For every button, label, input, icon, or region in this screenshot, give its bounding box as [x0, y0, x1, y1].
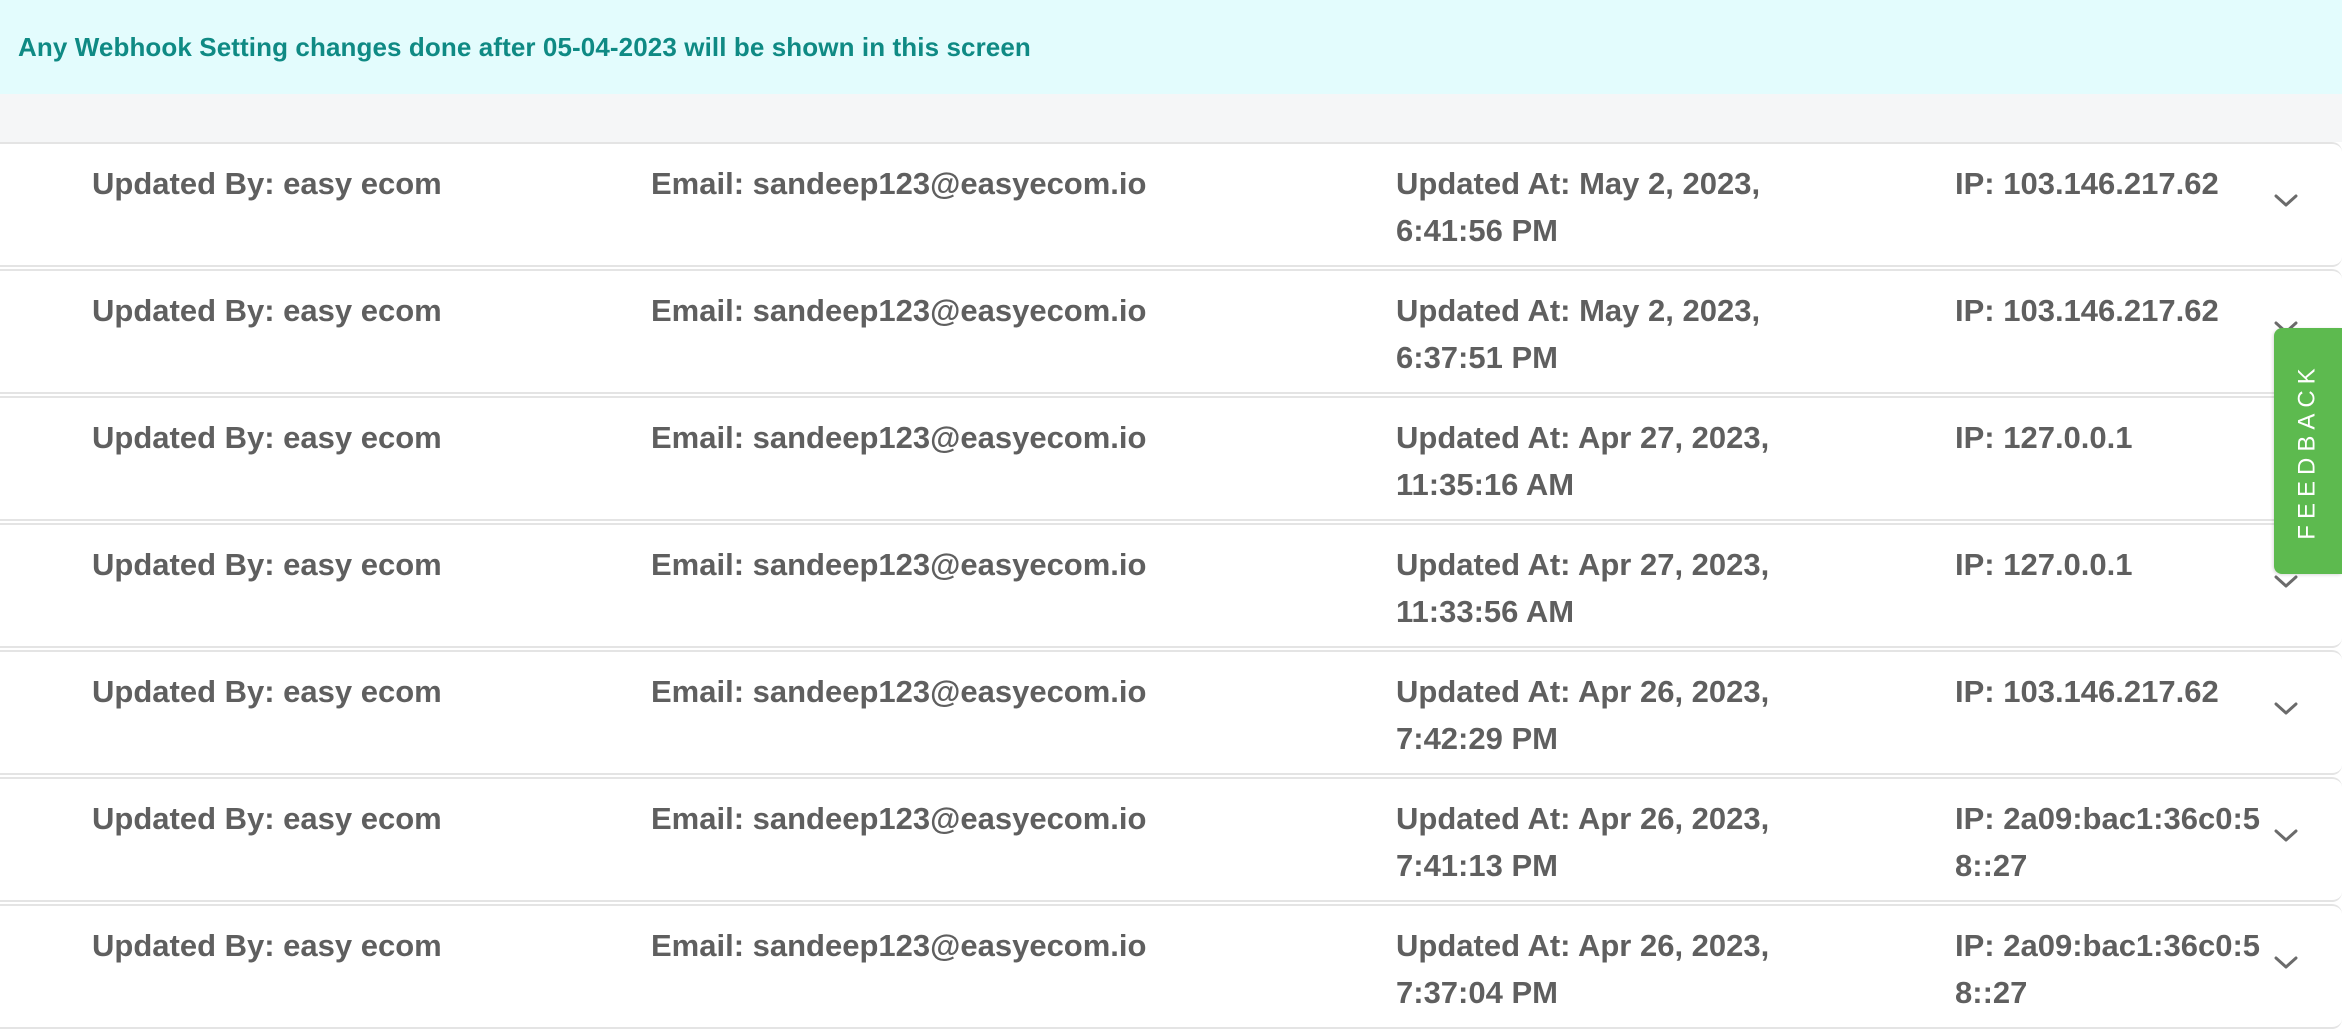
updated-by: Updated By: easy ecom [92, 293, 442, 328]
info-banner: Any Webhook Setting changes done after 0… [0, 0, 2342, 94]
history-row[interactable]: Updated By: easy ecom Email: sandeep123@… [0, 269, 2342, 394]
updated-at: Updated At: Apr 27, 2023, 11:33:56 AM [1396, 547, 1770, 629]
webhook-history-list: Updated By: easy ecom Email: sandeep123@… [0, 142, 2342, 1031]
email: Email: sandeep123@easyecom.io [651, 674, 1147, 709]
ip-address: IP: 2a09:bac1:36c0:58::27 [1955, 801, 2261, 883]
updated-by: Updated By: easy ecom [92, 801, 442, 836]
email: Email: sandeep123@easyecom.io [651, 293, 1147, 328]
history-row[interactable]: Updated By: easy ecom Email: sandeep123@… [0, 904, 2342, 1029]
updated-by: Updated By: easy ecom [92, 547, 442, 582]
ip-address: IP: 127.0.0.1 [1955, 420, 2133, 455]
ip-address: IP: 2a09:bac1:36c0:58::27 [1955, 928, 2261, 1010]
updated-at: Updated At: Apr 26, 2023, 7:41:13 PM [1396, 801, 1770, 883]
updated-at: Updated At: May 2, 2023, 6:41:56 PM [1396, 166, 1761, 248]
feedback-tab-label: FEEDBACK [2294, 362, 2321, 540]
chevron-down-icon[interactable] [2272, 700, 2300, 718]
ip-address: IP: 127.0.0.1 [1955, 547, 2133, 582]
history-row[interactable]: Updated By: easy ecom Email: sandeep123@… [0, 523, 2342, 648]
feedback-tab[interactable]: FEEDBACK [2274, 328, 2342, 574]
updated-by: Updated By: easy ecom [92, 166, 442, 201]
chevron-down-icon[interactable] [2272, 827, 2300, 845]
list-header-band [0, 94, 2342, 142]
history-row[interactable]: Updated By: easy ecom Email: sandeep123@… [0, 396, 2342, 521]
email: Email: sandeep123@easyecom.io [651, 928, 1147, 963]
info-banner-text: Any Webhook Setting changes done after 0… [18, 31, 1031, 62]
updated-at: Updated At: May 2, 2023, 6:37:51 PM [1396, 293, 1761, 375]
email: Email: sandeep123@easyecom.io [651, 420, 1147, 455]
updated-by: Updated By: easy ecom [92, 928, 442, 963]
chevron-down-icon[interactable] [2272, 954, 2300, 972]
updated-by: Updated By: easy ecom [92, 674, 442, 709]
email: Email: sandeep123@easyecom.io [651, 547, 1147, 582]
history-row[interactable]: Updated By: easy ecom Email: sandeep123@… [0, 142, 2342, 267]
updated-by: Updated By: easy ecom [92, 420, 442, 455]
email: Email: sandeep123@easyecom.io [651, 801, 1147, 836]
ip-address: IP: 103.146.217.62 [1955, 674, 2219, 709]
ip-address: IP: 103.146.217.62 [1955, 293, 2219, 328]
updated-at: Updated At: Apr 26, 2023, 7:37:04 PM [1396, 928, 1770, 1010]
history-row[interactable]: Updated By: easy ecom Email: sandeep123@… [0, 650, 2342, 775]
chevron-down-icon[interactable] [2272, 192, 2300, 210]
ip-address: IP: 103.146.217.62 [1955, 166, 2219, 201]
chevron-down-icon[interactable] [2272, 573, 2300, 591]
updated-at: Updated At: Apr 26, 2023, 7:42:29 PM [1396, 674, 1770, 756]
history-row[interactable]: Updated By: easy ecom Email: sandeep123@… [0, 777, 2342, 902]
email: Email: sandeep123@easyecom.io [651, 166, 1147, 201]
updated-at: Updated At: Apr 27, 2023, 11:35:16 AM [1396, 420, 1770, 502]
